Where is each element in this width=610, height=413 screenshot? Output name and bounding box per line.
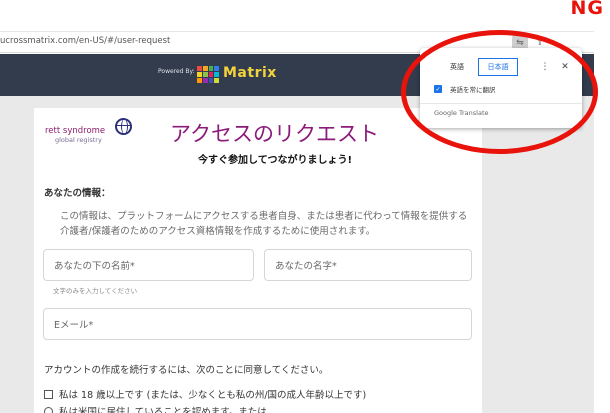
logo-square [208, 78, 214, 83]
last-name-input[interactable]: あなたの名字* [264, 249, 472, 281]
age-checkbox[interactable] [44, 389, 53, 399]
residence-radio[interactable] [44, 406, 53, 413]
email-input[interactable]: Eメール* [43, 308, 472, 340]
logo-square [197, 78, 202, 83]
checkbox-checked-icon[interactable]: ✓ [434, 85, 442, 93]
info-text: この情報は、プラットフォームにアクセスする患者自身、または患者に代わって情報を提… [60, 211, 468, 237]
logo-square [202, 72, 208, 77]
always-translate-label: 英語を常に翻訳 [450, 86, 496, 94]
ng-label: NG [570, 0, 604, 19]
logo-square [202, 78, 208, 83]
age-checkbox-label: 私は 18 歳以上です (または、少なくとも私の州/国の成人年齢以上です) [59, 390, 367, 401]
logo-square [197, 72, 202, 77]
logo-square [202, 66, 208, 71]
page-title: アクセスのリクエスト [170, 122, 379, 146]
consent-intro: アカウントの作成を続行するには、次のことに同意してください。 [44, 365, 329, 376]
screenshot: NG ucrossmatrix.com/en-US/#/user-request… [0, 0, 610, 413]
tab-english[interactable]: 英語 [432, 58, 482, 76]
more-options-icon[interactable]: ⋮ [540, 58, 550, 76]
first-name-input[interactable]: あなたの下の名前* [43, 249, 254, 281]
logo-square [208, 66, 214, 71]
section-heading: あなたの情報： [44, 188, 111, 199]
page-subtitle: 今すぐ参加してつながりましょう! [198, 155, 353, 166]
url-text[interactable]: ucrossmatrix.com/en-US/#/user-request [0, 36, 170, 46]
logo-square [214, 72, 219, 77]
name-hint: 文字のみを入力してください [53, 287, 138, 295]
age-checkbox-row[interactable]: 私は 18 歳以上です (または、少なくとも私の州/国の成人年齢以上です) [44, 387, 366, 401]
tab-japanese[interactable]: 日本語 [478, 58, 518, 76]
matrix-logo-icon [197, 66, 219, 83]
residence-option-label: 私は米国に居住していることを認めます。または [59, 407, 267, 413]
matrix-brand: Matrix [223, 65, 277, 81]
close-icon[interactable]: ✕ [559, 58, 571, 76]
google-translate-brand: Google Translate [434, 109, 489, 117]
rett-syndrome-logo: rett syndrome global registry [45, 118, 135, 148]
logo-square [197, 66, 202, 71]
popup-divider [420, 103, 582, 104]
logo-subtitle: global registry [55, 136, 102, 144]
always-translate-row[interactable]: ✓ 英語を常に翻訳 [434, 84, 496, 94]
logo-square [208, 72, 214, 77]
residence-option-row[interactable]: 私は米国に居住していることを認めます。または [44, 404, 267, 413]
logo-square [214, 66, 219, 71]
globe-icon [115, 118, 132, 135]
logo-square [214, 78, 219, 83]
powered-by-text: Powered By: [158, 68, 195, 75]
translate-popup: 英語 日本語 ⋮ ✕ ✓ 英語を常に翻訳 Google Translate [420, 48, 582, 128]
logo-name: rett syndrome [45, 126, 106, 136]
